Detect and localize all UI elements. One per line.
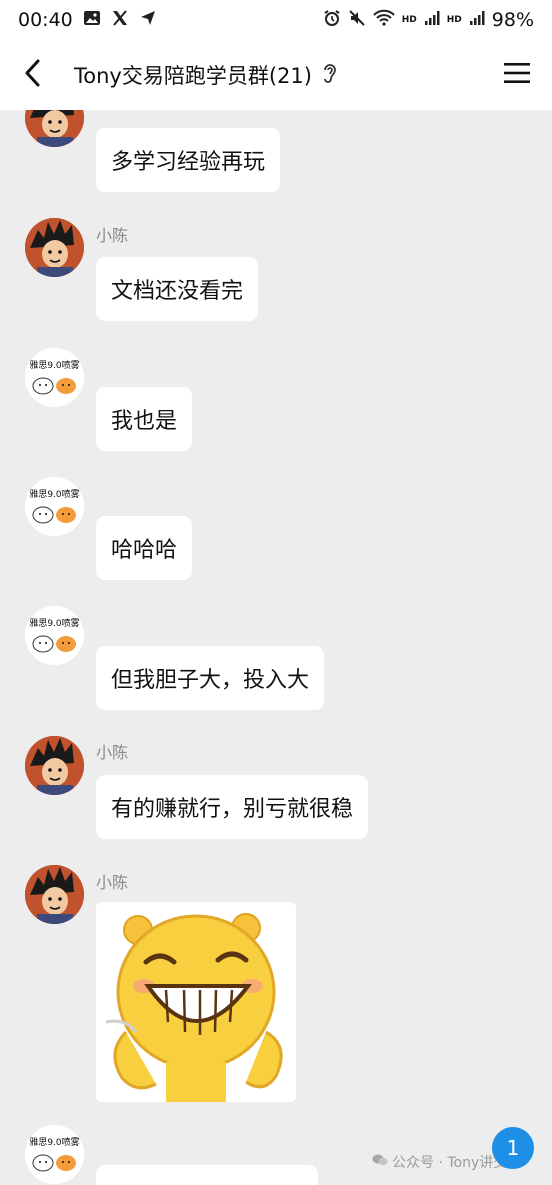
avatar-caption: 雅思9.0喷雾 <box>29 488 79 500</box>
image-icon <box>83 9 101 32</box>
chevron-left-icon <box>22 58 44 92</box>
menu-icon <box>504 62 530 88</box>
avatar[interactable]: 雅思9.0喷雾 <box>25 606 84 665</box>
status-time: 00:40 <box>18 9 73 31</box>
x-icon <box>111 9 129 32</box>
hd-label: HD <box>401 15 417 25</box>
message-bubble[interactable]: 文档还没看完 <box>96 257 259 321</box>
avatar[interactable]: 雅思9.0喷雾 <box>25 477 84 536</box>
laughing-face-icon <box>96 902 296 1102</box>
status-bar: 00:40 HD HD 98% <box>0 0 552 40</box>
message-bubble[interactable] <box>96 1165 318 1185</box>
unread-count-badge[interactable]: 1 <box>492 1127 534 1169</box>
avatar-caption: 雅思9.0喷雾 <box>29 1136 79 1148</box>
sender-name: 小陈 <box>96 873 129 892</box>
avatar-caption: 雅思9.0喷雾 <box>29 617 79 629</box>
send-icon <box>139 9 157 32</box>
sender-name: 小陈 <box>96 743 129 762</box>
message-bubble[interactable]: 多学习经验再玩 <box>96 128 281 192</box>
message-bubble[interactable]: 我也是 <box>96 387 193 451</box>
hd-label: HD <box>446 15 462 25</box>
chat-header: Tony交易陪跑学员群(21) <box>0 40 552 110</box>
chat-title: Tony交易陪跑学员群(21) <box>74 64 312 88</box>
message-bubble[interactable]: 但我胆子大，投入大 <box>96 646 325 710</box>
wifi-icon <box>373 9 395 32</box>
back-button[interactable] <box>0 40 66 110</box>
avatar[interactable] <box>25 736 84 795</box>
avatar[interactable]: 雅思9.0喷雾 <box>25 348 84 407</box>
chat-title-area[interactable]: Tony交易陪跑学员群(21) <box>74 60 338 90</box>
signal-icon <box>424 9 440 31</box>
signal-icon <box>469 9 485 31</box>
avatar[interactable]: 雅思9.0喷雾 <box>25 1125 84 1184</box>
mute-icon <box>348 9 366 32</box>
message-bubble[interactable]: 哈哈哈 <box>96 516 193 580</box>
wechat-icon <box>372 1153 388 1171</box>
more-menu-button[interactable] <box>482 40 552 110</box>
avatar[interactable] <box>25 110 84 147</box>
message-bubble[interactable]: 有的赚就行，别亏就很稳 <box>96 775 369 839</box>
ear-icon <box>322 62 338 89</box>
chat-message-list[interactable]: 多学习经验再玩 小陈 文档还没看完 雅思9.0喷雾 我也是 雅思9.0喷雾 哈哈… <box>0 110 552 1185</box>
sticker-message[interactable] <box>96 902 296 1102</box>
sender-name: 小陈 <box>96 226 129 245</box>
avatar[interactable] <box>25 218 84 277</box>
avatar[interactable] <box>25 865 84 924</box>
avatar-caption: 雅思9.0喷雾 <box>29 359 79 371</box>
alarm-icon <box>323 9 341 32</box>
battery-level: 98% <box>491 9 534 31</box>
